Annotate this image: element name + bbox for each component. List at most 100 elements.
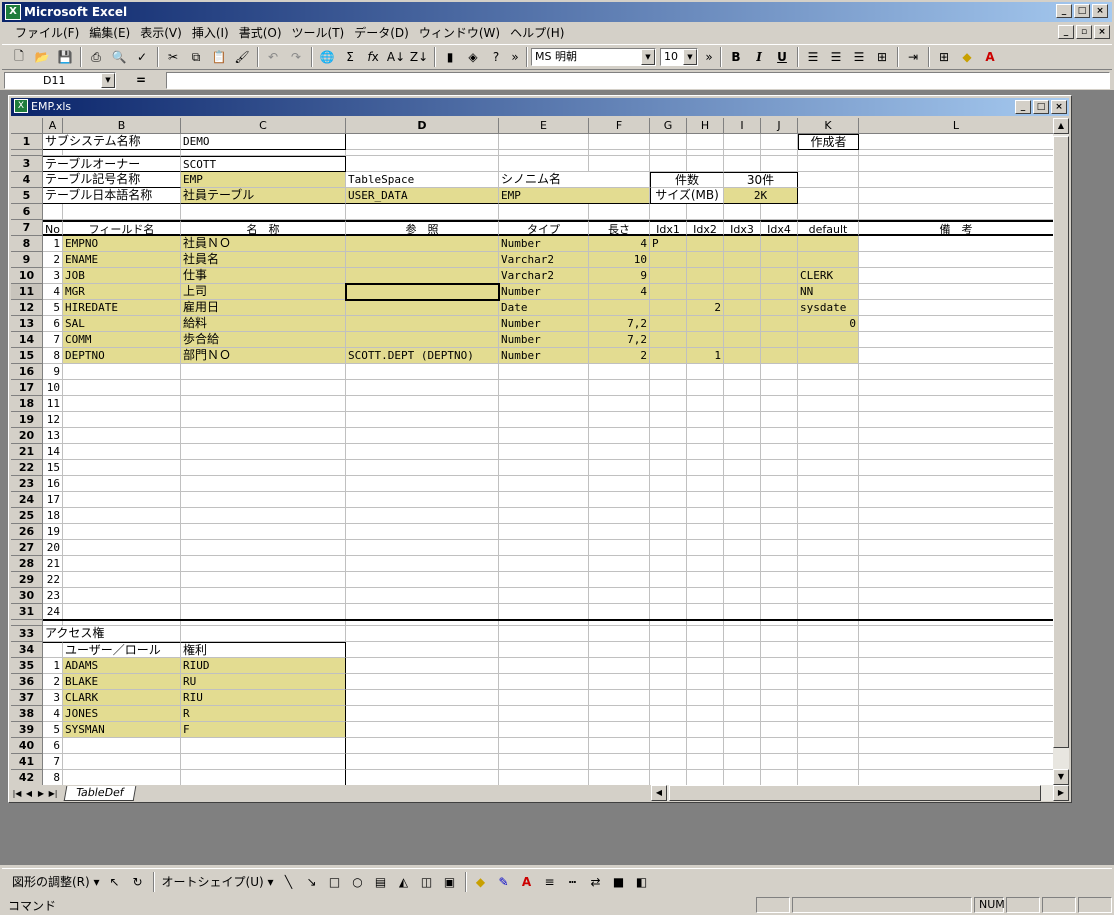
empty-cell[interactable] xyxy=(724,706,761,722)
empty-cell[interactable] xyxy=(346,508,499,524)
empty-cell[interactable] xyxy=(499,428,589,444)
row-header[interactable]: 9 xyxy=(11,252,43,268)
value-symbol[interactable]: EMP xyxy=(181,172,346,188)
field-jp-name[interactable]: 社員ＮＯ xyxy=(181,236,346,252)
field-length[interactable]: 10 xyxy=(589,252,650,268)
field-header[interactable]: タイプ xyxy=(499,220,589,236)
empty-cell[interactable] xyxy=(687,204,724,220)
row-header[interactable]: 16 xyxy=(11,364,43,380)
column-header-k[interactable]: K xyxy=(798,118,859,134)
access-user[interactable]: ADAMS xyxy=(63,658,181,674)
format-painter-icon[interactable]: 🖌 xyxy=(231,46,253,68)
empty-cell[interactable] xyxy=(724,444,761,460)
access-priv[interactable] xyxy=(181,754,346,770)
empty-cell[interactable] xyxy=(63,556,181,572)
empty-cell[interactable] xyxy=(859,316,1053,332)
field-length[interactable]: 9 xyxy=(589,268,650,284)
row-header[interactable]: 34 xyxy=(11,642,43,658)
field-idx2[interactable] xyxy=(687,316,724,332)
empty-cell[interactable] xyxy=(798,172,859,188)
column-header-c[interactable]: C xyxy=(181,118,346,134)
empty-cell[interactable] xyxy=(859,134,1053,150)
access-user[interactable]: JONES xyxy=(63,706,181,722)
empty-cell[interactable] xyxy=(859,588,1053,604)
align-center-icon[interactable]: ☰ xyxy=(825,46,847,68)
empty-cell[interactable] xyxy=(687,364,724,380)
field-jp-name[interactable]: 雇用日 xyxy=(181,300,346,316)
empty-cell[interactable] xyxy=(589,674,650,690)
field-no[interactable]: 9 xyxy=(43,364,63,380)
empty-cell[interactable] xyxy=(650,572,687,588)
empty-cell[interactable] xyxy=(798,738,859,754)
label-synonym[interactable]: シノニム名 xyxy=(499,172,650,188)
column-header-h[interactable]: H xyxy=(687,118,724,134)
empty-cell[interactable] xyxy=(687,722,724,738)
toolbar-more2-icon[interactable]: » xyxy=(702,46,716,68)
field-idx1[interactable] xyxy=(650,348,687,364)
empty-cell[interactable] xyxy=(650,738,687,754)
arrow-style-icon[interactable]: ⇄ xyxy=(585,871,607,893)
row-header[interactable]: 40 xyxy=(11,738,43,754)
empty-cell[interactable] xyxy=(687,134,724,150)
row-header[interactable]: 15 xyxy=(11,348,43,364)
spellcheck-icon[interactable]: ✓ xyxy=(131,46,153,68)
empty-cell[interactable] xyxy=(798,658,859,674)
empty-cell[interactable] xyxy=(798,444,859,460)
empty-cell[interactable] xyxy=(650,540,687,556)
access-user[interactable]: BLAKE xyxy=(63,674,181,690)
empty-cell[interactable] xyxy=(650,476,687,492)
empty-cell[interactable] xyxy=(687,476,724,492)
empty-cell[interactable] xyxy=(761,540,798,556)
empty-cell[interactable] xyxy=(589,412,650,428)
sort-desc-icon[interactable]: Z↓ xyxy=(408,46,430,68)
access-no[interactable]: 1 xyxy=(43,658,63,674)
empty-cell[interactable] xyxy=(499,588,589,604)
field-idx4[interactable] xyxy=(761,236,798,252)
empty-cell[interactable] xyxy=(687,674,724,690)
empty-cell[interactable] xyxy=(761,572,798,588)
field-default[interactable] xyxy=(798,348,859,364)
field-default[interactable]: CLERK xyxy=(798,268,859,284)
empty-cell[interactable] xyxy=(761,492,798,508)
formula-input[interactable] xyxy=(166,71,1110,89)
open-folder-icon[interactable]: 📂 xyxy=(31,46,53,68)
empty-cell[interactable] xyxy=(63,204,181,220)
empty-cell[interactable] xyxy=(589,706,650,722)
font-name-select[interactable]: MS 明朝 ▼ xyxy=(531,48,656,66)
menu-item[interactable]: 書式(O) xyxy=(234,24,287,42)
empty-cell[interactable] xyxy=(589,428,650,444)
column-header-e[interactable]: E xyxy=(499,118,589,134)
empty-cell[interactable] xyxy=(650,396,687,412)
empty-cell[interactable] xyxy=(724,524,761,540)
empty-cell[interactable] xyxy=(346,604,499,620)
row-header[interactable]: 29 xyxy=(11,572,43,588)
field-header[interactable]: Idx2 xyxy=(687,220,724,236)
wb-maximize-button[interactable]: □ xyxy=(1033,100,1049,114)
row-header[interactable]: 28 xyxy=(11,556,43,572)
empty-cell[interactable] xyxy=(761,508,798,524)
empty-cell[interactable] xyxy=(798,204,859,220)
field-idx1[interactable] xyxy=(650,252,687,268)
empty-cell[interactable] xyxy=(589,642,650,658)
row-header[interactable]: 6 xyxy=(11,204,43,220)
oval-icon[interactable]: ○ xyxy=(347,871,369,893)
empty-cell[interactable] xyxy=(859,556,1053,572)
column-header-b[interactable]: B xyxy=(63,118,181,134)
empty-cell[interactable] xyxy=(499,156,589,172)
empty-cell[interactable] xyxy=(798,476,859,492)
empty-cell[interactable] xyxy=(589,540,650,556)
empty-cell[interactable] xyxy=(181,460,346,476)
field-no[interactable]: 19 xyxy=(43,524,63,540)
doc-minimize-button[interactable]: _ xyxy=(1058,25,1074,39)
empty-cell[interactable] xyxy=(346,156,499,172)
empty-cell[interactable] xyxy=(63,738,181,754)
empty-cell[interactable] xyxy=(687,588,724,604)
empty-cell[interactable] xyxy=(499,204,589,220)
draw-font-color-icon[interactable]: A xyxy=(516,871,538,893)
empty-cell[interactable] xyxy=(724,754,761,770)
empty-cell[interactable] xyxy=(859,508,1053,524)
access-blank[interactable] xyxy=(43,642,63,658)
value-owner[interactable]: SCOTT xyxy=(181,156,346,172)
empty-cell[interactable] xyxy=(499,572,589,588)
field-idx3[interactable] xyxy=(724,332,761,348)
